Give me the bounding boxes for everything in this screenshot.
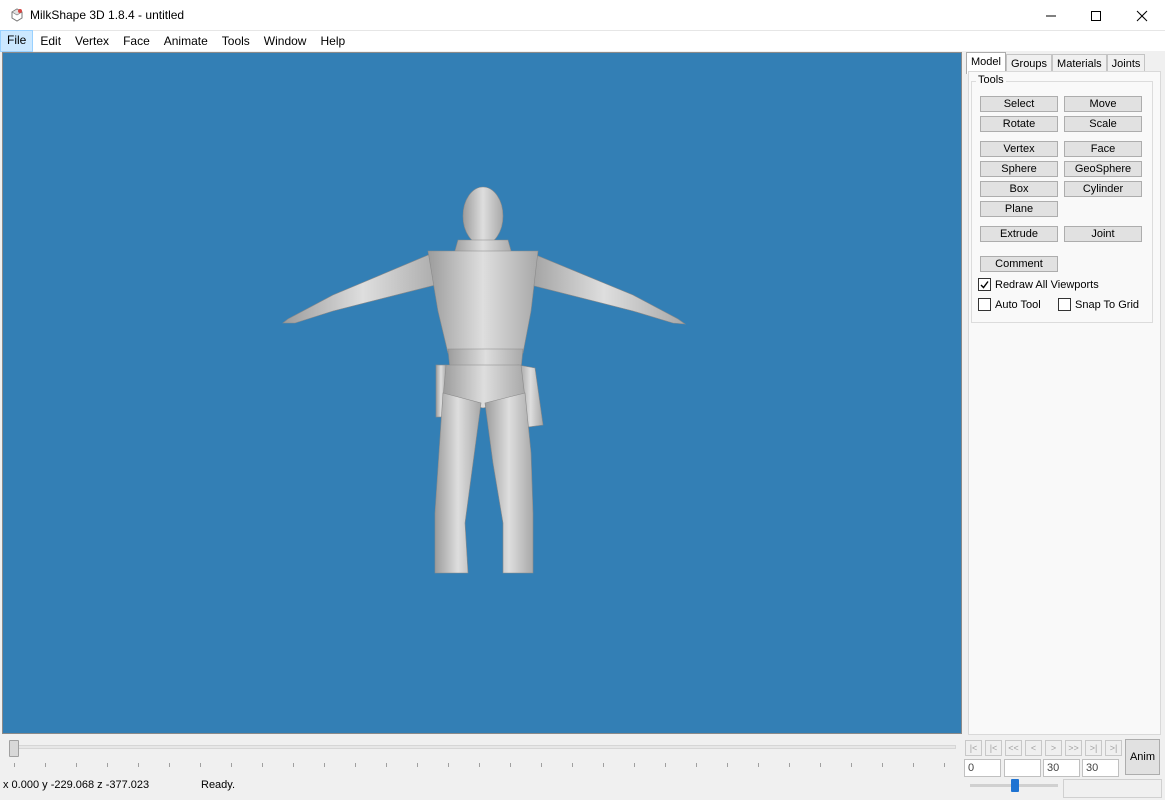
3d-viewport[interactable] xyxy=(2,52,962,734)
redraw-all-viewports-label: Redraw All Viewports xyxy=(995,278,1099,291)
last-frame-button[interactable]: >| xyxy=(1105,740,1122,756)
timeline-tick xyxy=(851,763,852,767)
panel-tabs: Model Groups Materials Joints xyxy=(966,52,1146,74)
next-frame-button[interactable]: > xyxy=(1045,740,1062,756)
timeline-tick xyxy=(665,763,666,767)
minimize-button[interactable] xyxy=(1028,0,1074,31)
timeline-tick xyxy=(200,763,201,767)
geosphere-button[interactable]: GeoSphere xyxy=(1064,161,1142,177)
menu-bar: File Edit Vertex Face Animate Tools Wind… xyxy=(0,30,1165,52)
snap-to-grid-label: Snap To Grid xyxy=(1075,298,1140,311)
rotate-button[interactable]: Rotate xyxy=(980,116,1058,132)
start-frame-field[interactable]: 30 xyxy=(1043,759,1080,777)
fast-forward-button[interactable]: >> xyxy=(1065,740,1082,756)
window-title: MilkShape 3D 1.8.4 - untitled xyxy=(30,8,185,22)
menu-tools[interactable]: Tools xyxy=(215,31,257,51)
redraw-all-viewports-checkbox[interactable]: Redraw All Viewports xyxy=(978,278,1099,291)
rewind-button[interactable]: << xyxy=(1005,740,1022,756)
menu-file[interactable]: File xyxy=(0,30,34,52)
coordinates-readout: x 0.000 y -229.068 z -377.023 xyxy=(3,779,150,791)
comment-button[interactable]: Comment xyxy=(980,256,1058,272)
minimize-icon xyxy=(1046,15,1056,16)
timeline-tick xyxy=(758,763,759,767)
auto-tool-checkbox[interactable]: Auto Tool xyxy=(978,298,1041,311)
maximize-button[interactable] xyxy=(1073,0,1119,31)
menu-vertex[interactable]: Vertex xyxy=(68,31,116,51)
next-key-button[interactable]: >| xyxy=(1085,740,1102,756)
app-icon xyxy=(11,8,23,22)
cylinder-button[interactable]: Cylinder xyxy=(1064,181,1142,197)
timeline-tick xyxy=(324,763,325,767)
status-message: Ready. xyxy=(201,779,236,791)
timeline-tick xyxy=(45,763,46,767)
close-button[interactable] xyxy=(1119,0,1165,31)
prev-frame-button[interactable]: < xyxy=(1025,740,1042,756)
total-frames-field[interactable]: 30 xyxy=(1082,759,1119,777)
timeline-tick xyxy=(355,763,356,767)
vertex-button[interactable]: Vertex xyxy=(980,141,1058,157)
maximize-icon xyxy=(1091,10,1101,21)
character-model xyxy=(282,186,687,574)
timeline-tick xyxy=(169,763,170,767)
timeline-tick xyxy=(882,763,883,767)
menu-help[interactable]: Help xyxy=(313,31,352,51)
zoom-slider-thumb[interactable] xyxy=(1011,779,1019,792)
status-cell xyxy=(1063,779,1162,798)
move-button[interactable]: Move xyxy=(1064,96,1142,112)
timeline-tick xyxy=(293,763,294,767)
first-frame-button[interactable]: |< xyxy=(965,740,982,756)
timeline-tick xyxy=(231,763,232,767)
timeline-tick xyxy=(944,763,945,767)
snap-to-grid-checkbox[interactable]: Snap To Grid xyxy=(1058,298,1139,311)
current-frame-field[interactable]: 0 xyxy=(964,759,1001,777)
timeline-slider-thumb[interactable] xyxy=(9,740,19,757)
timeline-tick xyxy=(14,763,15,767)
title-bar: MilkShape 3D 1.8.4 - untitled xyxy=(0,0,1165,31)
box-button[interactable]: Box xyxy=(980,181,1058,197)
anim-button[interactable]: Anim xyxy=(1125,739,1160,775)
status-bar xyxy=(0,778,1165,800)
sphere-button[interactable]: Sphere xyxy=(980,161,1058,177)
select-button[interactable]: Select xyxy=(980,96,1058,112)
tools-legend: Tools xyxy=(976,74,1006,86)
timeline-tick xyxy=(417,763,418,767)
timeline-tick xyxy=(634,763,635,767)
timeline-tick xyxy=(262,763,263,767)
timeline-tick xyxy=(913,763,914,767)
auto-tool-label: Auto Tool xyxy=(995,298,1041,311)
plane-button[interactable]: Plane xyxy=(980,201,1058,217)
timeline-tick xyxy=(76,763,77,767)
checkbox-checked-icon xyxy=(978,278,991,291)
menu-animate[interactable]: Animate xyxy=(157,31,215,51)
scale-button[interactable]: Scale xyxy=(1064,116,1142,132)
timeline-tick xyxy=(541,763,542,767)
close-icon xyxy=(1136,10,1148,21)
timeline-tick xyxy=(138,763,139,767)
checkbox-unchecked-icon xyxy=(978,298,991,311)
timeline-tick xyxy=(479,763,480,767)
face-button[interactable]: Face xyxy=(1064,141,1142,157)
menu-window[interactable]: Window xyxy=(257,31,314,51)
extrude-button[interactable]: Extrude xyxy=(980,226,1058,242)
timeline-tick xyxy=(448,763,449,767)
timeline-tick xyxy=(572,763,573,767)
timeline-tick xyxy=(789,763,790,767)
menu-face[interactable]: Face xyxy=(116,31,157,51)
checkbox-unchecked-icon xyxy=(1058,298,1071,311)
timeline-tick xyxy=(603,763,604,767)
timeline-tick xyxy=(820,763,821,767)
timeline-tick xyxy=(696,763,697,767)
timeline-tick xyxy=(107,763,108,767)
timeline-tick xyxy=(386,763,387,767)
timeline-tick xyxy=(510,763,511,767)
frame-field-2[interactable] xyxy=(1004,759,1041,777)
animation-timeline xyxy=(0,736,962,776)
timeline-tick xyxy=(727,763,728,767)
joint-button[interactable]: Joint xyxy=(1064,226,1142,242)
menu-edit[interactable]: Edit xyxy=(33,31,68,51)
timeline-slider-track[interactable] xyxy=(10,745,956,749)
prev-key-button[interactable]: |< xyxy=(985,740,1002,756)
